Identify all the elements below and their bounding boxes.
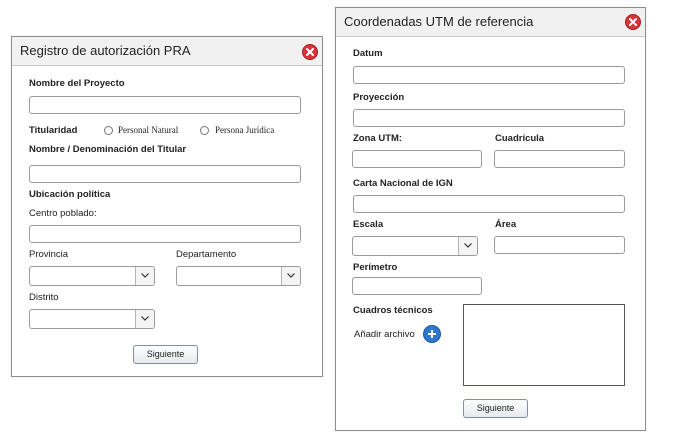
chart-label: Carta Nacional de IGN [353,178,453,189]
dialog-title: Coordenadas UTM de referencia [344,14,534,29]
utm-dialog: Coordenadas UTM de referencia Datum Proy… [335,7,646,431]
radio-personal-natural-label: Personal Natural [118,125,179,135]
department-select[interactable] [176,266,301,286]
province-label: Provincia [29,249,69,260]
chevron-down-icon [458,237,477,255]
add-file-label: Añadir archivo [354,329,415,340]
radio-personal-natural[interactable] [104,126,113,135]
datum-label: Datum [353,48,383,59]
chevron-down-icon [135,267,154,285]
registro-dialog: Registro de autorización PRA Nombre del … [11,36,323,377]
dialog-titlebar[interactable]: Coordenadas UTM de referencia [336,8,645,37]
perimeter-label: Perímetro [353,262,398,273]
next-button[interactable]: Siguiente [133,345,198,364]
location-label: Ubicación política [29,189,111,200]
radio-persona-juridica[interactable] [200,126,209,135]
ownership-label: Titularidad [29,125,78,136]
holder-input[interactable] [29,165,301,183]
projection-label: Proyección [353,92,405,103]
projection-input[interactable] [353,109,625,127]
town-input[interactable] [29,225,301,243]
area-label: Área [495,219,517,230]
scale-select[interactable] [352,236,478,256]
chart-input[interactable] [353,195,625,213]
zone-label: Zona UTM: [353,133,403,144]
project-name-label: Nombre del Proyecto [29,78,125,89]
dialog-titlebar[interactable]: Registro de autorización PRA [12,37,322,66]
radio-persona-juridica-label: Persona Jurídica [215,125,275,135]
dialog-title: Registro de autorización PRA [20,43,191,58]
project-name-input[interactable] [29,96,301,114]
add-file-icon[interactable] [423,325,441,343]
close-icon[interactable] [302,44,318,60]
holder-label: Nombre / Denominación del Titular [29,144,187,155]
town-label: Centro poblado: [29,208,97,219]
district-label: Distrito [29,292,59,303]
grid-label: Cuadrícula [495,133,545,144]
datum-input[interactable] [353,66,625,84]
close-icon[interactable] [625,14,641,30]
department-label: Departamento [176,249,237,260]
province-select[interactable] [29,266,155,286]
grid-input[interactable] [494,150,625,168]
scale-label: Escala [353,219,384,230]
zone-input[interactable] [352,150,482,168]
chevron-down-icon [135,310,154,328]
chevron-down-icon [281,267,300,285]
next-button[interactable]: Siguiente [463,399,528,418]
area-input[interactable] [494,236,625,254]
perimeter-input[interactable] [352,277,482,295]
technical-files-area[interactable] [463,304,625,386]
district-select[interactable] [29,309,155,329]
tech-label: Cuadros técnicos [353,305,433,316]
